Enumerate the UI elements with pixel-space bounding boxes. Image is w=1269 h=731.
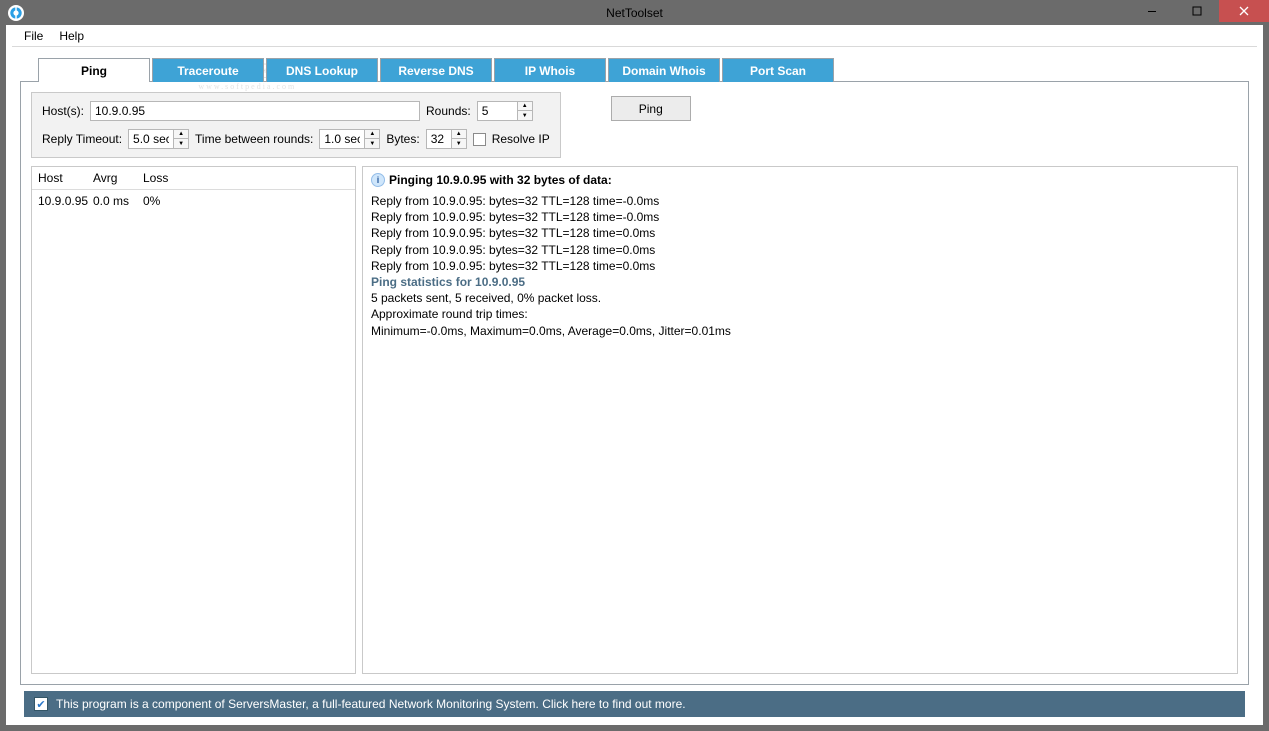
stats-line: Approximate round trip times:: [371, 306, 1229, 322]
rounds-label: Rounds:: [426, 104, 471, 118]
spin-down-icon[interactable]: ▼: [174, 139, 188, 148]
output-line: Reply from 10.9.0.95: bytes=32 TTL=128 t…: [371, 258, 1229, 274]
tab-traceroute[interactable]: Traceroute: [152, 58, 264, 82]
tab-port-scan[interactable]: Port Scan: [722, 58, 834, 82]
window-title: NetToolset: [606, 6, 663, 20]
spin-down-icon[interactable]: ▼: [365, 139, 379, 148]
tab-label: Traceroute: [177, 64, 238, 78]
col-loss[interactable]: Loss: [137, 167, 355, 189]
tab-domain-whois[interactable]: Domain Whois: [608, 58, 720, 82]
ping-params: Host(s): Rounds: ▲▼ Reply Timeout: ▲▼: [31, 92, 561, 158]
tab-label: Domain Whois: [622, 64, 705, 78]
stats-header: Ping statistics for 10.9.0.95: [371, 274, 1229, 290]
tab-label: Ping: [81, 64, 107, 78]
output-title-text: Pinging 10.9.0.95 with 32 bytes of data:: [389, 173, 612, 187]
col-avg[interactable]: Avrg: [87, 167, 137, 189]
hosts-input[interactable]: [90, 101, 420, 121]
bytes-input[interactable]: [426, 129, 451, 149]
time-between-label: Time between rounds:: [195, 132, 313, 146]
tab-label: IP Whois: [525, 64, 575, 78]
tab-dns-lookup[interactable]: DNS Lookup: [266, 58, 378, 82]
resolve-ip-checkbox[interactable]: [473, 133, 486, 146]
tab-reverse-dns[interactable]: Reverse DNS: [380, 58, 492, 82]
output-line: Reply from 10.9.0.95: bytes=32 TTL=128 t…: [371, 193, 1229, 209]
tab-strip: Ping Traceroute DNS Lookup Reverse DNS I…: [38, 57, 1249, 81]
spin-down-icon[interactable]: ▼: [452, 139, 466, 148]
hosts-label: Host(s):: [42, 104, 84, 118]
tab-ping[interactable]: Ping: [38, 58, 150, 82]
results-grid: Host Avrg Loss 10.9.0.95 0.0 ms 0%: [31, 166, 356, 674]
spin-up-icon[interactable]: ▲: [518, 102, 532, 111]
reply-timeout-label: Reply Timeout:: [42, 132, 122, 146]
minimize-button[interactable]: [1129, 0, 1174, 22]
rounds-input[interactable]: [477, 101, 517, 121]
reply-timeout-spinner[interactable]: ▲▼: [128, 129, 189, 149]
table-row[interactable]: 10.9.0.95 0.0 ms 0%: [32, 190, 355, 212]
cell-avg: 0.0 ms: [87, 190, 137, 212]
close-button[interactable]: [1219, 0, 1269, 22]
menu-bar: File Help: [12, 25, 1257, 47]
menu-help[interactable]: Help: [51, 27, 92, 45]
info-icon: i: [371, 173, 385, 187]
output-body: Reply from 10.9.0.95: bytes=32 TTL=128 t…: [371, 193, 1229, 339]
stats-line: Minimum=-0.0ms, Maximum=0.0ms, Average=0…: [371, 323, 1229, 339]
footer-bar[interactable]: ✔ This program is a component of Servers…: [24, 691, 1245, 717]
spin-up-icon[interactable]: ▲: [365, 130, 379, 139]
spin-up-icon[interactable]: ▲: [452, 130, 466, 139]
col-host[interactable]: Host: [32, 167, 87, 189]
rounds-spinner[interactable]: ▲▼: [477, 101, 533, 121]
bytes-label: Bytes:: [386, 132, 419, 146]
time-between-input[interactable]: [319, 129, 364, 149]
output-pane[interactable]: i Pinging 10.9.0.95 with 32 bytes of dat…: [362, 166, 1238, 674]
cell-loss: 0%: [137, 190, 355, 212]
footer-checkbox[interactable]: ✔: [34, 697, 48, 711]
tab-ip-whois[interactable]: IP Whois: [494, 58, 606, 82]
tab-label: Reverse DNS: [398, 64, 473, 78]
menu-file[interactable]: File: [16, 27, 51, 45]
app-icon: [8, 5, 24, 21]
maximize-button[interactable]: [1174, 0, 1219, 22]
tab-content: Host(s): Rounds: ▲▼ Reply Timeout: ▲▼: [20, 81, 1249, 685]
bytes-spinner[interactable]: ▲▼: [426, 129, 467, 149]
cell-host: 10.9.0.95: [32, 190, 87, 212]
stats-line: 5 packets sent, 5 received, 0% packet lo…: [371, 290, 1229, 306]
time-between-spinner[interactable]: ▲▼: [319, 129, 380, 149]
ping-button[interactable]: Ping: [611, 96, 691, 121]
tab-label: Port Scan: [750, 64, 806, 78]
reply-timeout-input[interactable]: [128, 129, 173, 149]
output-line: Reply from 10.9.0.95: bytes=32 TTL=128 t…: [371, 225, 1229, 241]
output-title: i Pinging 10.9.0.95 with 32 bytes of dat…: [371, 173, 1229, 187]
footer-text: This program is a component of ServersMa…: [56, 697, 686, 711]
title-bar: NetToolset: [0, 0, 1269, 25]
output-line: Reply from 10.9.0.95: bytes=32 TTL=128 t…: [371, 242, 1229, 258]
output-line: Reply from 10.9.0.95: bytes=32 TTL=128 t…: [371, 209, 1229, 225]
spin-up-icon[interactable]: ▲: [174, 130, 188, 139]
spin-down-icon[interactable]: ▼: [518, 111, 532, 120]
resolve-ip-label: Resolve IP: [492, 132, 550, 146]
tab-label: DNS Lookup: [286, 64, 358, 78]
